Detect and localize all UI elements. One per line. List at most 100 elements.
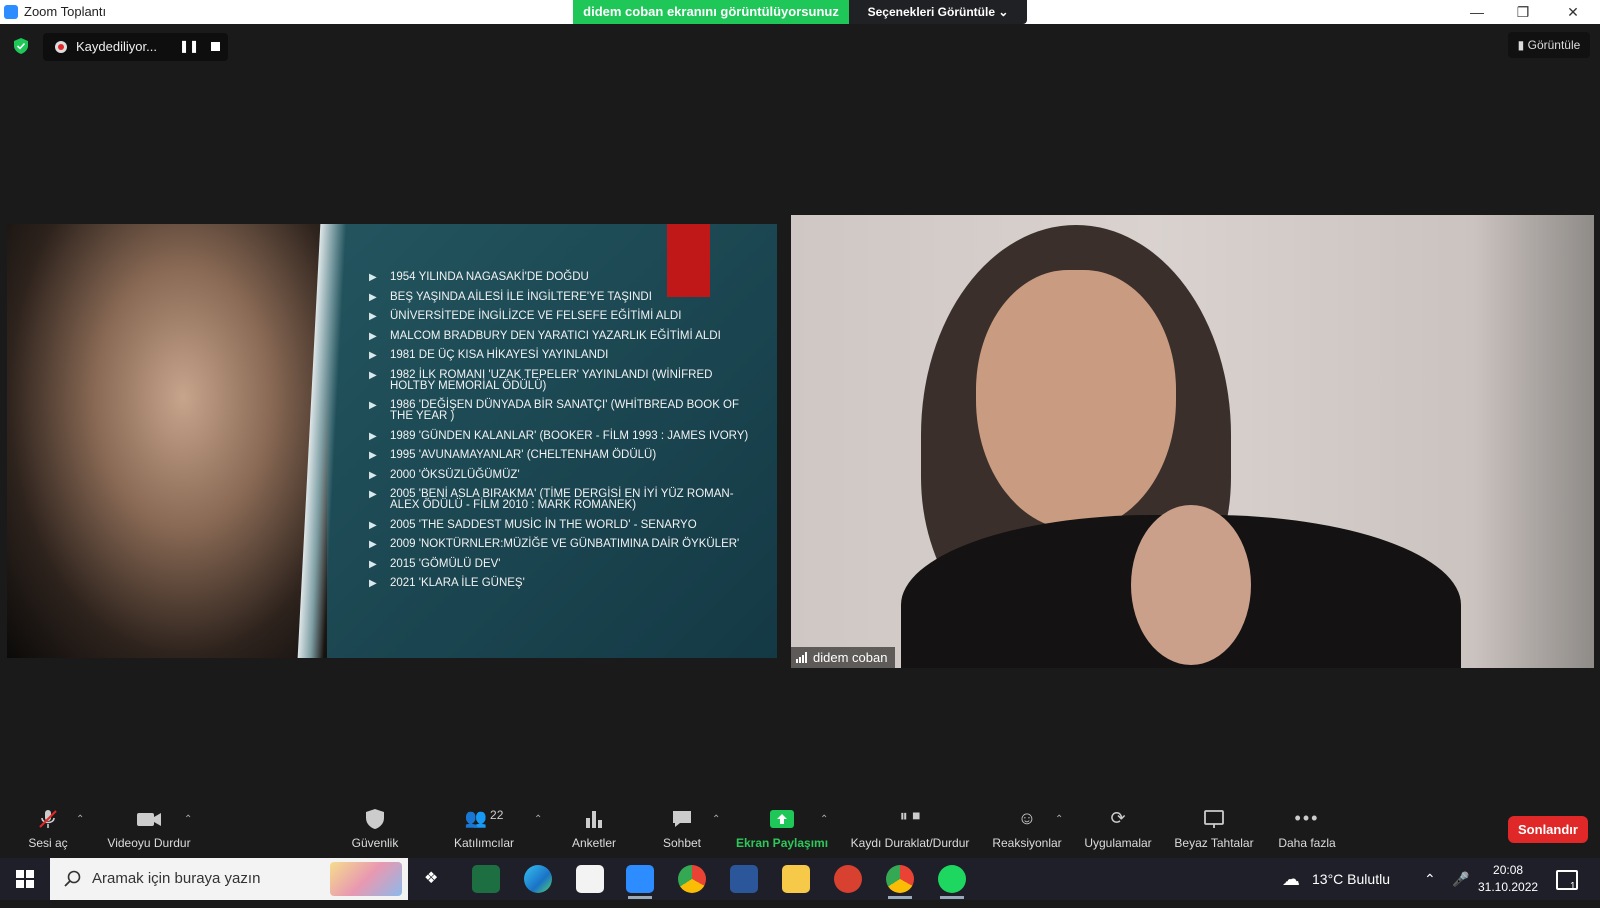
taskbar-search-input[interactable]: Aramak için buraya yazın bbox=[50, 858, 408, 900]
store-icon[interactable] bbox=[576, 865, 604, 893]
whiteboard-icon bbox=[1204, 810, 1224, 828]
bullet-arrow-icon: ▶ bbox=[369, 469, 377, 481]
more-button[interactable]: ••• Daha fazla bbox=[1276, 808, 1338, 850]
clock-date: 31.10.2022 bbox=[1478, 880, 1539, 894]
spotify-icon[interactable] bbox=[938, 865, 966, 899]
audio-options-caret-icon[interactable]: ⌃ bbox=[76, 814, 84, 825]
chat-caret-icon[interactable]: ⌃ bbox=[712, 814, 720, 825]
bullet-arrow-icon: ▶ bbox=[369, 558, 377, 570]
apps-button[interactable]: ⟳ Uygulamalar bbox=[1080, 808, 1156, 850]
pause-stop-recording-button[interactable]: ⏸ ⏹ Kaydı Duraklat/Durdur bbox=[844, 808, 976, 850]
slide-bullet: ▶ BEŞ YAŞINDA AİLESİ İLE İNGİLTERE'YE TAŞ… bbox=[369, 290, 652, 303]
smiley-icon: ☺ bbox=[1017, 808, 1037, 828]
chat-label: Sohbet bbox=[662, 836, 702, 850]
slide-bullet: ▶ 1995 'AVUNAMAYANLAR' (CHELTENHAM ÖDÜLÜ) bbox=[369, 449, 657, 461]
cloud-weather-icon[interactable]: ☁ bbox=[1282, 858, 1300, 900]
participants-count: 22 bbox=[490, 808, 504, 822]
participants-caret-icon[interactable]: ⌃ bbox=[534, 814, 542, 825]
microphone-icon[interactable]: 🎤 bbox=[1452, 858, 1469, 900]
pause-stop-recording-label: Kaydı Duraklat/Durdur bbox=[850, 836, 970, 850]
system-clock[interactable]: 20:08 31.10.2022 bbox=[1478, 862, 1538, 896]
polls-label: Anketler bbox=[571, 836, 617, 850]
bullet-arrow-icon: ▶ bbox=[369, 430, 377, 442]
edge-icon[interactable] bbox=[524, 865, 552, 893]
pause-stop-icon: ⏸ ⏹ bbox=[899, 808, 921, 825]
window-titlebar: Zoom Toplantı didem coban ekranını görün… bbox=[0, 0, 1600, 24]
view-button-label: Görüntüle bbox=[1527, 38, 1581, 52]
stop-icon[interactable] bbox=[211, 42, 220, 51]
reactions-caret-icon[interactable]: ⌃ bbox=[1055, 814, 1063, 825]
participant-name: didem coban bbox=[813, 650, 888, 665]
share-screen-label: Ekran Paylaşımı bbox=[736, 836, 829, 850]
end-meeting-button[interactable]: Sonlandır bbox=[1508, 816, 1588, 843]
close-icon[interactable]: ✕ bbox=[1550, 0, 1596, 24]
share-screen-icon bbox=[770, 810, 794, 828]
bullet-arrow-icon: ▶ bbox=[369, 330, 377, 342]
polls-button[interactable]: Anketler bbox=[567, 808, 621, 850]
stop-video-label: Videoyu Durdur bbox=[107, 836, 191, 850]
restore-icon[interactable]: ❐ bbox=[1500, 0, 1546, 24]
screen-share-banner: didem coban ekranını görüntülüyorsunuz bbox=[573, 0, 849, 24]
bullet-arrow-icon: ▶ bbox=[369, 400, 377, 411]
search-placeholder: Aramak için buraya yazın bbox=[92, 870, 261, 887]
slide-bullet: ▶ 1986 'DEĞİŞEN DÜNYADA BİR SANATÇI' (WHİ… bbox=[369, 399, 740, 422]
shield-icon bbox=[366, 809, 384, 829]
bar-chart-icon bbox=[586, 811, 602, 828]
bullet-arrow-icon: ▶ bbox=[369, 272, 377, 283]
app-red-icon[interactable] bbox=[834, 865, 862, 893]
search-icon bbox=[64, 870, 81, 887]
slide-bullet: ▶ MALCOM BRADBURY DEN YARATICI YAZARLIK E… bbox=[369, 329, 721, 342]
bullet-arrow-icon: ▶ bbox=[369, 369, 377, 381]
slide-bullet: ▶ 1981 DE ÜÇ KISA HİKAYESİ YAYINLANDI bbox=[369, 349, 609, 361]
whiteboards-button[interactable]: Beyaz Tahtalar bbox=[1172, 808, 1256, 850]
participant-video[interactable]: didem coban bbox=[791, 215, 1594, 668]
bullet-arrow-icon: ▶ bbox=[369, 350, 377, 361]
pause-icon[interactable]: ❚❚ bbox=[179, 39, 199, 53]
security-button[interactable]: Güvenlik bbox=[345, 808, 405, 850]
minimize-icon[interactable]: — bbox=[1454, 0, 1500, 24]
excel-icon[interactable] bbox=[472, 865, 500, 893]
slide-bullet-list: ▶ 1954 YILINDA NAGASAKİ'DE DOĞDU ▶ BEŞ YAŞ… bbox=[360, 271, 760, 598]
search-highlight-art bbox=[330, 862, 402, 896]
whiteboards-label: Beyaz Tahtalar bbox=[1174, 836, 1254, 850]
participant-name-tag: didem coban bbox=[791, 647, 896, 668]
windows-start-icon[interactable] bbox=[16, 870, 34, 888]
reactions-button[interactable]: ☺ Reaksiyonlar bbox=[990, 808, 1064, 850]
share-caret-icon[interactable]: ⌃ bbox=[820, 814, 828, 825]
file-explorer-icon[interactable] bbox=[782, 865, 810, 893]
word-icon[interactable] bbox=[730, 865, 758, 893]
mic-muted-icon bbox=[39, 810, 57, 828]
participants-button[interactable]: 👥 22 Katılımcılar bbox=[450, 808, 518, 850]
recording-label: Kaydediliyor... bbox=[76, 39, 157, 54]
view-button[interactable]: ▮ Görüntüle bbox=[1508, 32, 1590, 58]
meeting-toolbar: Sesi aç ⌃ Videoyu Durdur ⌃ Güvenlik 👥 22 … bbox=[0, 800, 1600, 858]
slide-bullet: ▶ 2009 'NOKTÜRNLER:MÜZİĞE VE GÜNBATIMINA … bbox=[369, 538, 740, 550]
bullet-arrow-icon: ▶ bbox=[369, 578, 377, 589]
shared-screen-slide: ▶ 1954 YILINDA NAGASAKİ'DE DOĞDU ▶ BEŞ YAŞ… bbox=[7, 224, 777, 658]
chrome-icon[interactable] bbox=[678, 865, 706, 893]
weather-text[interactable]: 13°C Bulutlu bbox=[1312, 858, 1390, 900]
chevron-up-icon[interactable]: ⌃ bbox=[1424, 858, 1436, 900]
chat-button[interactable]: Sohbet bbox=[656, 808, 708, 850]
zoom-taskbar-icon[interactable] bbox=[626, 865, 654, 899]
participants-label: Katılımcılar bbox=[453, 836, 514, 850]
unmute-label: Sesi aç bbox=[28, 836, 68, 850]
apps-label: Uygulamalar bbox=[1084, 836, 1152, 850]
task-view-icon[interactable]: ❖ bbox=[424, 858, 438, 900]
apps-icon: ⟳ bbox=[1110, 808, 1126, 828]
participants-icon: 👥 22 bbox=[464, 808, 504, 828]
bullet-arrow-icon: ▶ bbox=[369, 311, 377, 322]
bullet-arrow-icon: ▶ bbox=[369, 539, 377, 550]
share-screen-button[interactable]: Ekran Paylaşımı bbox=[736, 808, 828, 850]
view-options-button[interactable]: Seçenekleri Görüntüle ⌄ bbox=[849, 0, 1027, 24]
windows-taskbar: Aramak için buraya yazın ❖ ☁ 13°C Bulutl… bbox=[0, 858, 1600, 900]
chrome-profile-icon[interactable] bbox=[886, 865, 914, 899]
slide-bullet: ▶ 2015 'GÖMÜLÜ DEV' bbox=[369, 557, 501, 570]
unmute-button[interactable]: Sesi aç bbox=[22, 808, 74, 850]
video-options-caret-icon[interactable]: ⌃ bbox=[184, 814, 192, 825]
slide-bullet: ▶ 1954 YILINDA NAGASAKİ'DE DOĞDU bbox=[369, 271, 589, 283]
video-camera-icon bbox=[137, 813, 161, 826]
shield-icon[interactable] bbox=[14, 38, 28, 54]
reactions-label: Reaksiyonlar bbox=[992, 836, 1062, 850]
notification-count: 1 bbox=[1570, 881, 1576, 892]
